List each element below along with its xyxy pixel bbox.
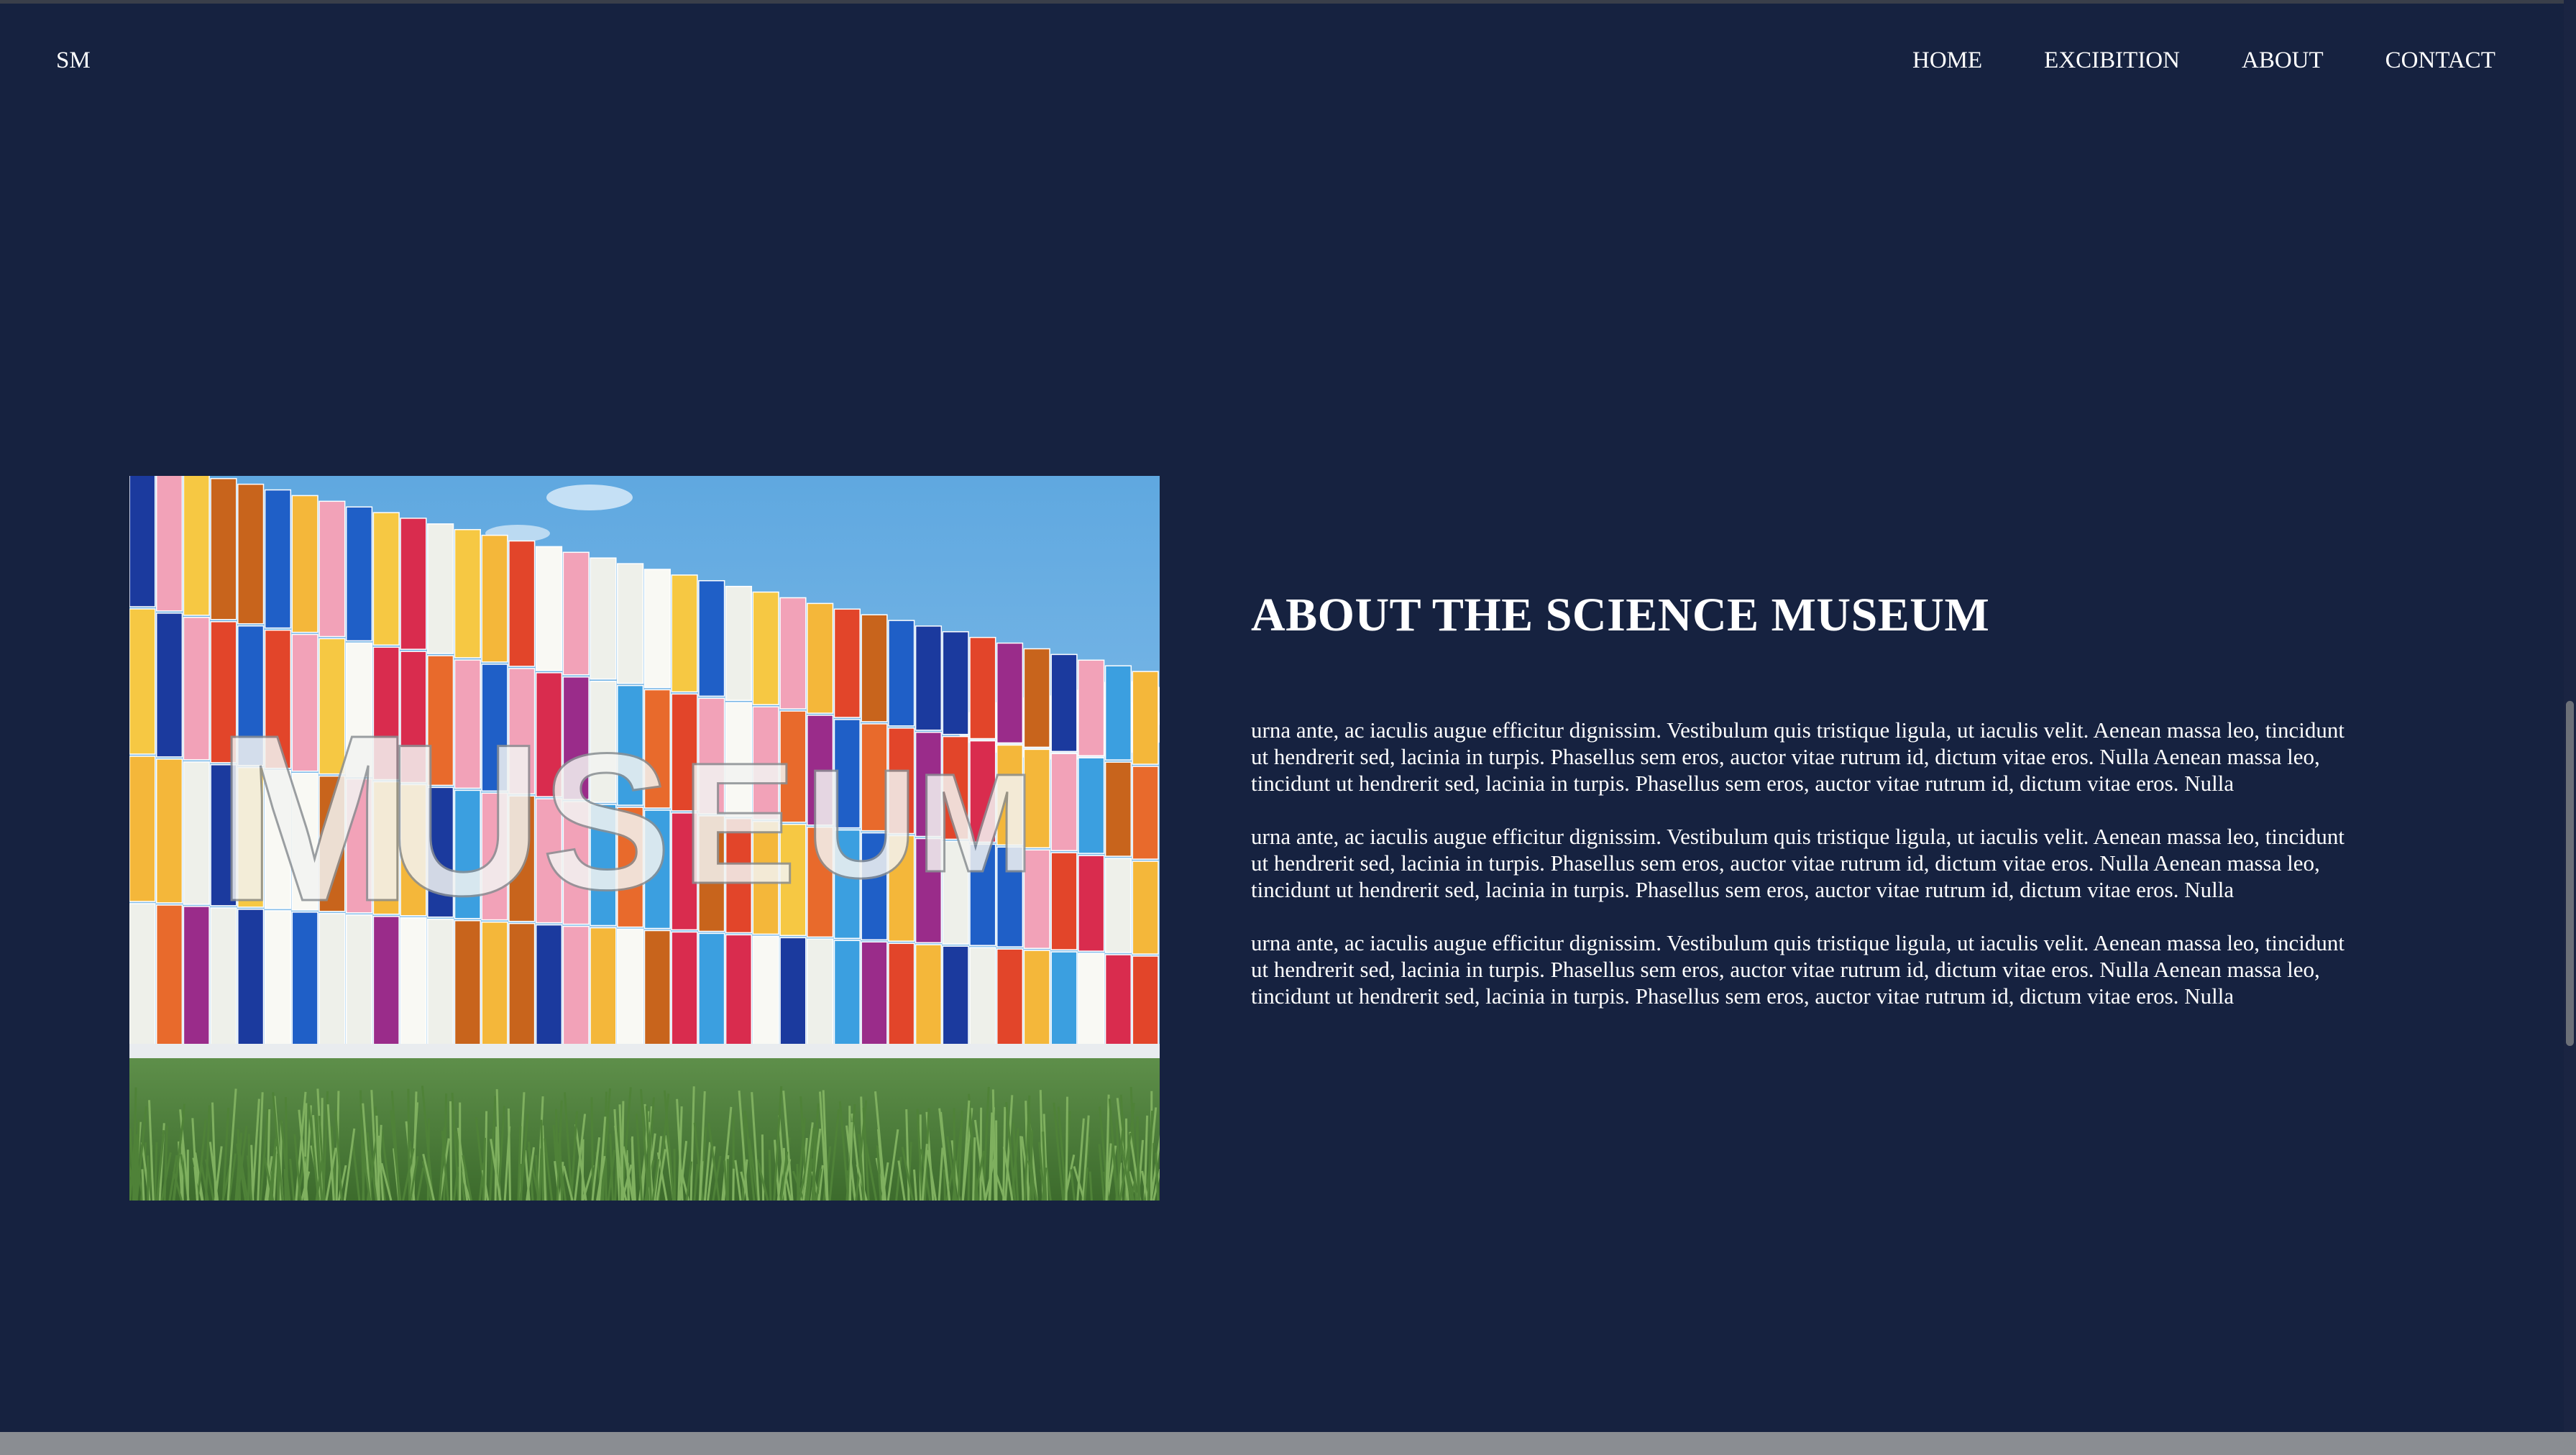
nav-exhibition[interactable]: EXCIBITION: [2044, 47, 2180, 74]
sign-letter: U: [387, 699, 543, 940]
site-logo[interactable]: SM: [56, 47, 91, 74]
nav-home[interactable]: HOME: [1912, 47, 1982, 74]
about-paragraph-1: urna ante, ac iaculis augue efficitur di…: [1251, 717, 2344, 796]
about-section: ABOUT THE SCIENCE MUSEUM urna ante, ac i…: [1251, 589, 2358, 1009]
nav-contact[interactable]: CONTACT: [2385, 47, 2495, 74]
sign-letter: M: [216, 685, 413, 950]
sign-letter: E: [682, 727, 797, 919]
about-title: ABOUT THE SCIENCE MUSEUM: [1251, 589, 1990, 641]
museum-photo: MUSEUM: [129, 476, 1160, 1201]
about-paragraph-3: urna ante, ac iaculis augue efficitur di…: [1251, 930, 2344, 1009]
sign-letter: S: [542, 714, 671, 930]
nav-about[interactable]: ABOUT: [2242, 47, 2324, 74]
sign-letter: U: [806, 737, 917, 910]
page: SM HOME EXCIBITION ABOUT CONTACT M U S E…: [0, 0, 2576, 1455]
sign-letter: M: [917, 745, 1034, 901]
bottom-bar: [0, 1432, 2576, 1455]
main-nav: HOME EXCIBITION ABOUT CONTACT: [1912, 47, 2495, 74]
scrollbar-thumb[interactable]: [2566, 701, 2574, 1046]
window-top-border: [0, 0, 2576, 4]
about-paragraph-2: urna ante, ac iaculis augue efficitur di…: [1251, 823, 2344, 902]
